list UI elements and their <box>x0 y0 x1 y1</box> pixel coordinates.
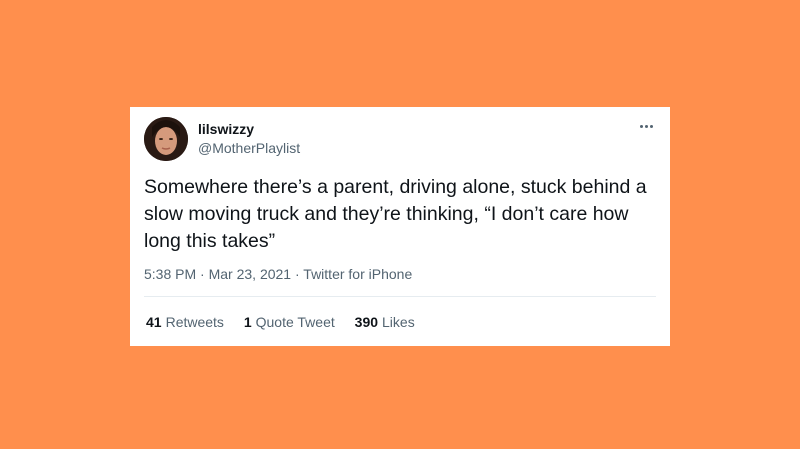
meta-separator: · <box>294 266 300 282</box>
quotes-label: Quote Tweet <box>255 314 335 330</box>
tweet-text: Somewhere there’s a parent, driving alon… <box>144 176 647 252</box>
dot <box>649 124 653 128</box>
avatar-image <box>144 117 188 161</box>
retweets-label: Retweets <box>165 314 224 330</box>
tweet-time[interactable]: 5:38 PM <box>144 266 196 282</box>
dot <box>639 124 643 128</box>
likes-stat[interactable]: 390 Likes <box>355 314 415 330</box>
meta-separator: · <box>200 266 205 282</box>
avatar[interactable] <box>144 117 188 161</box>
retweets-count: 41 <box>146 314 162 330</box>
user-handle[interactable]: @MotherPlaylist <box>198 140 300 156</box>
retweets-stat[interactable]: 41 Retweets <box>146 314 224 330</box>
divider <box>144 296 656 297</box>
dot <box>644 124 648 128</box>
quotes-count: 1 <box>243 314 252 330</box>
likes-count: 390 <box>354 314 379 330</box>
more-options-icon[interactable] <box>636 119 656 133</box>
display-name[interactable]: lilswizzy <box>198 121 254 137</box>
likes-label: Likes <box>382 314 415 330</box>
tweet-source[interactable]: Twitter for iPhone <box>303 266 412 282</box>
tweet-card: lilswizzy @MotherPlaylist Somewhere ther… <box>130 107 670 346</box>
tweet-meta: 5:38 PM · Mar 23, 2021 · Twitter for iPh… <box>144 266 412 282</box>
quote-tweets-stat[interactable]: 1 Quote Tweet <box>244 314 335 330</box>
tweet-date[interactable]: Mar 23, 2021 <box>209 266 292 282</box>
tweet-stats: 41 Retweets 1 Quote Tweet 390 Likes <box>146 314 431 330</box>
